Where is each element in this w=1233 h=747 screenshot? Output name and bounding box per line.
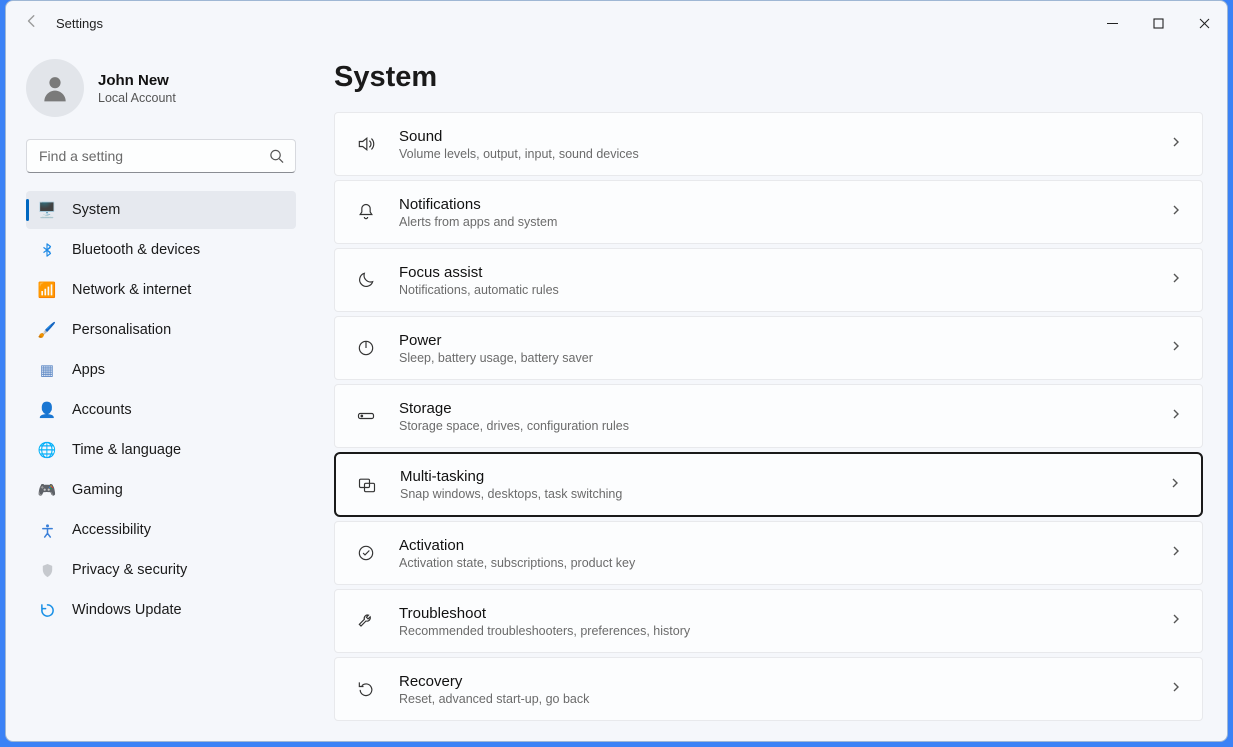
- nav-system[interactable]: 🖥️ System: [26, 191, 296, 229]
- card-title: Recovery: [399, 673, 1170, 690]
- wrench-icon: [355, 610, 377, 632]
- card-recovery[interactable]: Recovery Reset, advanced start-up, go bac…: [334, 657, 1203, 721]
- main-content: System Sound Volume levels, output, input…: [316, 45, 1227, 741]
- moon-icon: [355, 269, 377, 291]
- nav-label: Apps: [72, 362, 105, 378]
- card-power[interactable]: Power Sleep, battery usage, battery saver: [334, 316, 1203, 380]
- nav-label: Network & internet: [72, 282, 191, 298]
- card-title: Activation: [399, 537, 1170, 554]
- card-activation[interactable]: Activation Activation state, subscription…: [334, 521, 1203, 585]
- nav-gaming[interactable]: 🎮 Gaming: [26, 471, 296, 509]
- card-desc: Activation state, subscriptions, product…: [399, 556, 1170, 570]
- nav-windows-update[interactable]: Windows Update: [26, 591, 296, 629]
- card-title: Storage: [399, 400, 1170, 417]
- search-input[interactable]: [26, 139, 296, 173]
- card-notifications[interactable]: Notifications Alerts from apps and system: [334, 180, 1203, 244]
- page-title: System: [334, 61, 1203, 94]
- nav-label: Time & language: [72, 442, 181, 458]
- multitask-icon: [356, 474, 378, 496]
- card-sound[interactable]: Sound Volume levels, output, input, sound…: [334, 112, 1203, 176]
- checkmark-circle-icon: [355, 542, 377, 564]
- nav-label: Windows Update: [72, 602, 182, 618]
- person-icon: 👤: [38, 401, 56, 419]
- globe-clock-icon: 🌐: [38, 441, 56, 459]
- settings-cards: Sound Volume levels, output, input, sound…: [334, 112, 1203, 731]
- back-button[interactable]: [22, 14, 42, 33]
- nav-label: System: [72, 202, 120, 218]
- close-button[interactable]: [1181, 1, 1227, 45]
- card-title: Multi-tasking: [400, 468, 1169, 485]
- shield-icon: [38, 561, 56, 579]
- settings-window: Settings John New Local Account: [5, 0, 1228, 742]
- avatar-icon: [26, 59, 84, 117]
- nav-label: Accessibility: [72, 522, 151, 538]
- nav-personalisation[interactable]: 🖌️ Personalisation: [26, 311, 296, 349]
- power-icon: [355, 337, 377, 359]
- update-icon: [38, 601, 56, 619]
- card-desc: Alerts from apps and system: [399, 215, 1170, 229]
- card-title: Notifications: [399, 196, 1170, 213]
- user-name: John New: [98, 72, 176, 89]
- card-focus-assist[interactable]: Focus assist Notifications, automatic rul…: [334, 248, 1203, 312]
- chevron-right-icon: [1170, 135, 1182, 153]
- apps-icon: ▦: [38, 361, 56, 379]
- wifi-icon: 📶: [38, 281, 56, 299]
- display-icon: 🖥️: [38, 201, 56, 219]
- nav-bluetooth-devices[interactable]: Bluetooth & devices: [26, 231, 296, 269]
- chevron-right-icon: [1170, 271, 1182, 289]
- card-desc: Notifications, automatic rules: [399, 283, 1170, 297]
- nav-label: Bluetooth & devices: [72, 242, 200, 258]
- nav-apps[interactable]: ▦ Apps: [26, 351, 296, 389]
- card-desc: Sleep, battery usage, battery saver: [399, 351, 1170, 365]
- maximize-button[interactable]: [1135, 1, 1181, 45]
- card-title: Focus assist: [399, 264, 1170, 281]
- storage-icon: [355, 405, 377, 427]
- accessibility-icon: [38, 521, 56, 539]
- recovery-icon: [355, 678, 377, 700]
- chevron-right-icon: [1170, 407, 1182, 425]
- card-title: Power: [399, 332, 1170, 349]
- nav-label: Gaming: [72, 482, 123, 498]
- card-title: Sound: [399, 128, 1170, 145]
- nav-time-language[interactable]: 🌐 Time & language: [26, 431, 296, 469]
- chevron-right-icon: [1170, 680, 1182, 698]
- card-desc: Volume levels, output, input, sound devi…: [399, 147, 1170, 161]
- card-title: Troubleshoot: [399, 605, 1170, 622]
- card-multi-tasking[interactable]: Multi-tasking Snap windows, desktops, tas…: [334, 452, 1203, 517]
- chevron-right-icon: [1170, 339, 1182, 357]
- bluetooth-icon: [38, 241, 56, 259]
- card-desc: Snap windows, desktops, task switching: [400, 487, 1169, 501]
- app-title: Settings: [56, 16, 103, 31]
- search-wrap: [26, 139, 296, 173]
- card-desc: Reset, advanced start-up, go back: [399, 692, 1170, 706]
- card-desc: Recommended troubleshooters, preferences…: [399, 624, 1170, 638]
- nav-label: Accounts: [72, 402, 132, 418]
- nav-label: Personalisation: [72, 322, 171, 338]
- card-troubleshoot[interactable]: Troubleshoot Recommended troubleshooters,…: [334, 589, 1203, 653]
- sound-icon: [355, 133, 377, 155]
- chevron-right-icon: [1170, 203, 1182, 221]
- gamepad-icon: 🎮: [38, 481, 56, 499]
- card-desc: Storage space, drives, configuration rul…: [399, 419, 1170, 433]
- nav-label: Privacy & security: [72, 562, 187, 578]
- account-type: Local Account: [98, 91, 176, 105]
- sidebar: John New Local Account 🖥️ System Bluetoot…: [6, 45, 316, 741]
- card-storage[interactable]: Storage Storage space, drives, configurat…: [334, 384, 1203, 448]
- nav-accounts[interactable]: 👤 Accounts: [26, 391, 296, 429]
- chevron-right-icon: [1169, 476, 1181, 494]
- bell-icon: [355, 201, 377, 223]
- window-controls: [1089, 1, 1227, 45]
- nav-list: 🖥️ System Bluetooth & devices 📶 Network & …: [26, 191, 296, 631]
- titlebar: Settings: [6, 1, 1227, 45]
- nav-privacy-security[interactable]: Privacy & security: [26, 551, 296, 589]
- minimize-button[interactable]: [1089, 1, 1135, 45]
- chevron-right-icon: [1170, 612, 1182, 630]
- chevron-right-icon: [1170, 544, 1182, 562]
- profile[interactable]: John New Local Account: [26, 59, 296, 117]
- brush-icon: 🖌️: [38, 321, 56, 339]
- nav-network-internet[interactable]: 📶 Network & internet: [26, 271, 296, 309]
- search-icon: [269, 149, 284, 164]
- nav-accessibility[interactable]: Accessibility: [26, 511, 296, 549]
